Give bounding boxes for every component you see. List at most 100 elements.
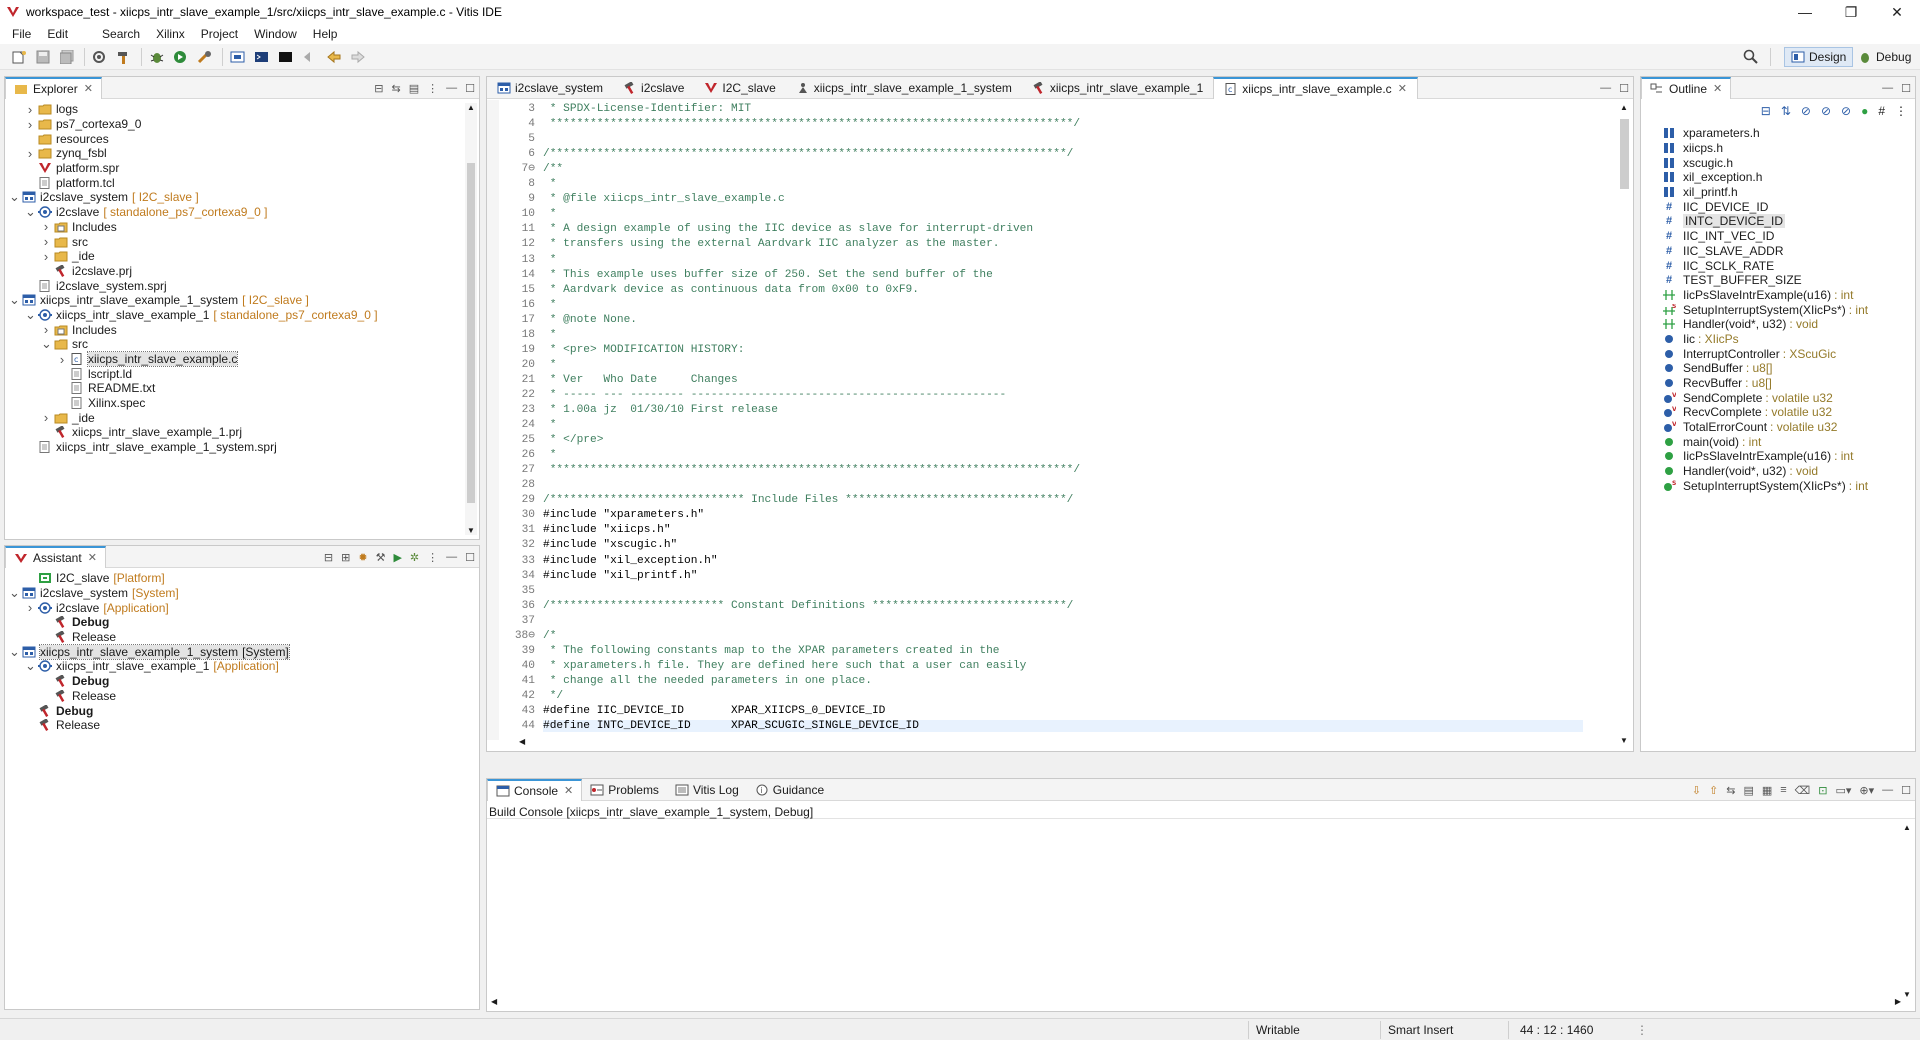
outline-item[interactable]: # IIC_SLAVE_ADDR: [1661, 244, 1915, 259]
console-tab[interactable]: Vitis Log: [667, 779, 747, 801]
outline-item[interactable]: V SendComplete: volatile u32: [1661, 390, 1915, 405]
chevron-down-icon[interactable]: ⌄: [25, 204, 36, 220]
outline-item[interactable]: xparameters.h: [1661, 126, 1915, 141]
outline-item[interactable]: # TEST_BUFFER_SIZE: [1661, 273, 1915, 288]
minimize-view-icon[interactable]: —: [1882, 784, 1893, 796]
explorer-item[interactable]: ⌄ xiicps_intr_slave_example_1[ standalone…: [5, 307, 479, 323]
explorer-item[interactable]: platform.tcl: [5, 175, 479, 190]
assistant-item[interactable]: ⌄ xiicps_intr_slave_example_1_system [Syst…: [5, 643, 479, 660]
explorer-item[interactable]: i2cslave.prj: [5, 264, 479, 279]
hide-static-icon[interactable]: ⊘: [1821, 104, 1831, 118]
pin-console-icon[interactable]: ▦: [1762, 784, 1772, 797]
console-tab[interactable]: i Guidance: [747, 779, 832, 801]
chevron-right-icon[interactable]: ›: [41, 322, 51, 337]
explorer-item[interactable]: resources: [5, 131, 479, 146]
external-tools-icon[interactable]: [194, 47, 216, 67]
assistant-item[interactable]: Debug: [5, 703, 479, 718]
program-device-icon[interactable]: [227, 47, 249, 67]
scroll-up-icon[interactable]: ⇧: [1709, 784, 1718, 797]
console-tab[interactable]: Console ✕: [487, 778, 583, 801]
explorer-item[interactable]: i2cslave_system.sprj: [5, 278, 479, 293]
outline-item[interactable]: Iic: XIicPs: [1661, 332, 1915, 347]
close-tab-icon[interactable]: ✕: [564, 784, 573, 797]
editor-tab[interactable]: i2cslave_system: [487, 77, 613, 99]
editor-tab[interactable]: i2cslave: [613, 77, 694, 99]
show-console-icon[interactable]: ▤: [1743, 784, 1753, 797]
view-menu-icon[interactable]: ⋮: [427, 82, 438, 95]
explorer-item[interactable]: › c xiicps_intr_slave_example.c: [5, 351, 479, 368]
explorer-item[interactable]: xiicps_intr_slave_example_1_system.sprj: [5, 440, 479, 455]
explorer-item[interactable]: Xilinx.spec: [5, 396, 479, 411]
outline-item[interactable]: Handler(void*, u32): void: [1661, 464, 1915, 479]
run-icon[interactable]: ▶: [393, 551, 401, 564]
group-macros-icon[interactable]: #: [1878, 104, 1885, 118]
assistant-item[interactable]: Debug: [5, 674, 479, 689]
explorer-scrollbar[interactable]: ▲ ▼: [465, 103, 477, 535]
last-edit-location-icon[interactable]: [299, 47, 321, 67]
tab-assistant[interactable]: Assistant ✕: [5, 545, 106, 568]
explorer-item[interactable]: ⌄ i2cslave[ standalone_ps7_cortexa9_0 ]: [5, 204, 479, 220]
save-all-icon[interactable]: [56, 47, 78, 67]
editor-vertical-scrollbar[interactable]: ▲ ▼: [1617, 103, 1631, 745]
explorer-item[interactable]: ⌄ i2cslave_system[ I2C_slave ]: [5, 189, 479, 205]
menu-project[interactable]: Project: [193, 27, 246, 41]
open-console-icon[interactable]: ⊡: [1818, 784, 1827, 797]
outline-item[interactable]: SendBuffer: u8[]: [1661, 361, 1915, 376]
minimize-view-icon[interactable]: —: [446, 82, 457, 94]
collapse-all-icon[interactable]: ⊟: [1761, 104, 1771, 118]
chevron-right-icon[interactable]: ›: [57, 352, 67, 367]
scroll-lock-icon[interactable]: ⇆: [1726, 784, 1735, 797]
assistant-item[interactable]: Release: [5, 718, 479, 733]
new-console-icon[interactable]: ⊕▾: [1859, 784, 1874, 797]
perspective-design-button[interactable]: Design: [1784, 47, 1854, 67]
chevron-right-icon[interactable]: ›: [41, 249, 51, 264]
outline-item[interactable]: # IIC_DEVICE_ID: [1661, 199, 1915, 214]
forward-arrow-icon[interactable]: [347, 47, 369, 67]
assistant-item[interactable]: I2C_slave [Platform]: [5, 571, 479, 586]
explorer-item[interactable]: › _ide: [5, 410, 479, 425]
editor-tab[interactable]: xiicps_intr_slave_example_1_system: [786, 77, 1022, 99]
outline-item[interactable]: InterruptController: XScuGic: [1661, 346, 1915, 361]
chevron-down-icon[interactable]: ⌄: [9, 585, 20, 601]
outline-item[interactable]: main(void): int: [1661, 434, 1915, 449]
minimize-view-icon[interactable]: —: [1600, 82, 1611, 94]
outline-item[interactable]: # IIC_SCLK_RATE: [1661, 258, 1915, 273]
filter-icon[interactable]: ▤: [409, 82, 419, 95]
explorer-item[interactable]: lscript.ld: [5, 366, 479, 381]
outline-item[interactable]: RecvBuffer: u8[]: [1661, 376, 1915, 391]
close-button[interactable]: ✕: [1874, 0, 1920, 24]
chevron-right-icon[interactable]: ›: [41, 410, 51, 425]
save-icon[interactable]: [32, 47, 54, 67]
chevron-down-icon[interactable]: ⌄: [9, 189, 20, 205]
sort-icon[interactable]: ⇅: [1781, 104, 1791, 118]
menu-help[interactable]: Help: [305, 27, 346, 41]
expand-all-icon[interactable]: ⊞: [341, 551, 350, 564]
menu-xilinx[interactable]: Xilinx: [148, 27, 193, 41]
perspective-debug-button[interactable]: Debug: [1852, 47, 1917, 67]
minimize-view-icon[interactable]: —: [1882, 82, 1893, 94]
chevron-down-icon[interactable]: ⌄: [25, 307, 36, 323]
outline-item[interactable]: # IIC_INT_VEC_ID: [1661, 229, 1915, 244]
outline-item[interactable]: IicPsSlaveIntrExample(u16): int: [1661, 449, 1915, 464]
hide-nonpublic-icon[interactable]: ⊘: [1841, 104, 1851, 118]
chevron-right-icon[interactable]: ›: [25, 117, 35, 132]
editor-tab[interactable]: xiicps_intr_slave_example_1: [1022, 77, 1213, 99]
chevron-down-icon[interactable]: ⌄: [41, 336, 52, 352]
view-menu-icon[interactable]: ⋮: [1895, 104, 1907, 118]
explorer-item[interactable]: › Includes: [5, 219, 479, 234]
code-editor[interactable]: 3 * SPDX-License-Identifier: MIT 4 ******…: [499, 103, 1609, 735]
outline-item[interactable]: xil_exception.h: [1661, 170, 1915, 185]
explorer-item[interactable]: ⌄ src: [5, 336, 479, 352]
explorer-item[interactable]: › zynq_fsbl: [5, 146, 479, 161]
manage-configurations-icon[interactable]: [89, 47, 111, 67]
chevron-down-icon[interactable]: ⌄: [25, 658, 36, 674]
outline-item[interactable]: xscugic.h: [1661, 155, 1915, 170]
assistant-item[interactable]: Release: [5, 689, 479, 704]
menu-edit[interactable]: Edit: [39, 27, 76, 41]
explorer-item[interactable]: platform.spr: [5, 161, 479, 176]
maximize-view-icon[interactable]: ☐: [1901, 82, 1911, 95]
explorer-item[interactable]: › logs: [5, 102, 479, 117]
new-icon[interactable]: [8, 47, 30, 67]
chevron-right-icon[interactable]: ›: [25, 146, 35, 161]
close-tab-icon[interactable]: ✕: [1398, 82, 1407, 95]
